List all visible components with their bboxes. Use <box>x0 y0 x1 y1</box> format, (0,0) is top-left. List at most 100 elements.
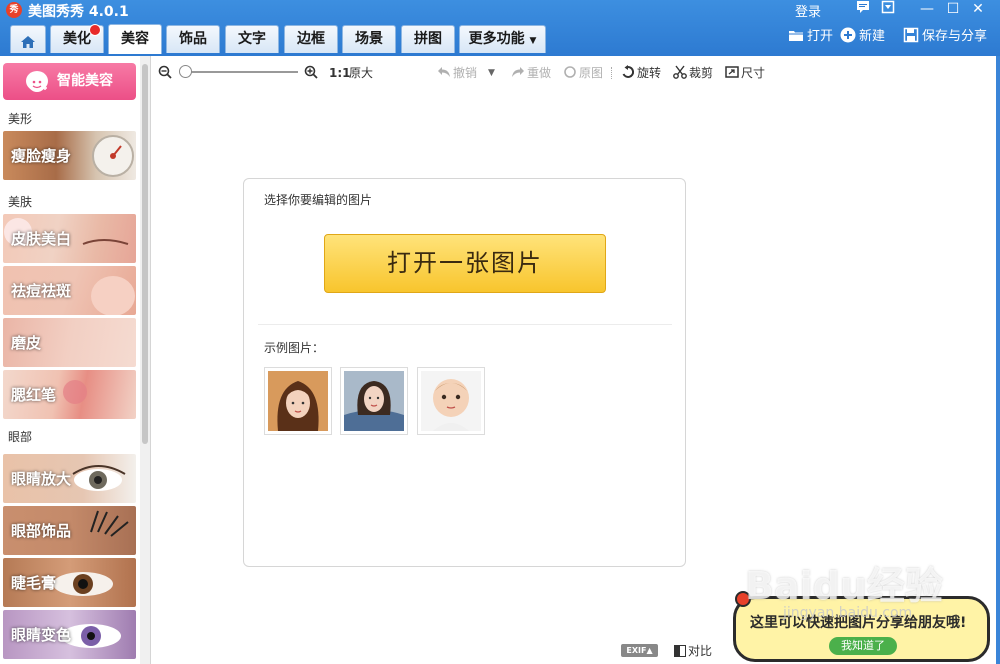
watermark-url: jingyan.baidu.com <box>783 605 913 621</box>
got-it-button[interactable]: 我知道了 <box>829 637 897 655</box>
feature-skin-whitening[interactable]: 皮肤美白 <box>3 214 136 263</box>
tab-label: 拼图 <box>414 31 442 47</box>
size-label: 尺寸 <box>741 66 766 80</box>
compare-icon <box>674 645 686 657</box>
login-link[interactable]: 登录 <box>795 1 821 20</box>
app-logo: 秀 <box>6 2 22 18</box>
feature-label: 眼睛放大 <box>11 470 72 488</box>
smart-beauty-button[interactable]: 智能美容 <box>3 63 136 100</box>
tab-collage[interactable]: 拼图 <box>401 25 455 53</box>
crop-label: 裁剪 <box>689 66 714 80</box>
home-icon <box>20 32 36 48</box>
feature-blush-pen[interactable]: 腮红笔 <box>3 370 136 419</box>
tab-text[interactable]: 文字 <box>225 25 279 53</box>
maximize-button[interactable]: ☐ <box>942 0 964 18</box>
card-prompt: 选择你要编辑的图片 <box>264 193 373 207</box>
tab-label: 美化 <box>63 31 91 47</box>
chat-icon[interactable] <box>852 0 874 18</box>
compare-label: 对比 <box>688 644 713 658</box>
sidebar: 智能美容 美形 瘦脸瘦身 美肤 皮肤美白 祛痘祛斑 磨皮 腮红笔 眼部 眼睛放大… <box>0 56 151 664</box>
original-label: 原图 <box>579 66 604 80</box>
circle-icon <box>563 65 577 79</box>
feature-label: 瘦脸瘦身 <box>11 147 72 165</box>
save-icon <box>903 27 919 43</box>
tab-label: 场景 <box>355 31 383 47</box>
tab-scene[interactable]: 场景 <box>342 25 396 53</box>
tab-more-features[interactable]: 更多功能 ▼ <box>459 25 546 53</box>
sidebar-scrollbar[interactable] <box>140 56 150 664</box>
new-button[interactable]: 新建 <box>840 27 885 47</box>
feature-mascara[interactable]: 睫毛膏 <box>3 558 136 607</box>
crop-button[interactable]: 裁剪 <box>673 65 713 81</box>
feature-smooth-skin[interactable]: 磨皮 <box>3 318 136 367</box>
feature-label: 祛痘祛斑 <box>11 282 72 300</box>
section-label-shape: 美形 <box>8 112 33 126</box>
sample-thumbnail[interactable] <box>417 367 485 435</box>
zoom-slider-track[interactable] <box>186 71 298 73</box>
feature-eye-accessories[interactable]: 眼部饰品 <box>3 506 136 555</box>
folder-icon <box>788 27 804 43</box>
tab-label: 美容 <box>121 31 149 47</box>
open-button[interactable]: 打开 <box>788 27 833 47</box>
open-image-button[interactable]: 打开一张图片 <box>324 234 606 293</box>
menu-icon[interactable] <box>877 0 899 18</box>
card-divider <box>258 324 672 325</box>
tab-label: 文字 <box>238 31 266 47</box>
new-label: 新建 <box>859 29 886 44</box>
original-image-button[interactable]: 原图 <box>563 65 603 81</box>
exif-button[interactable]: EXIF▲ <box>621 644 658 657</box>
resize-icon <box>725 65 739 79</box>
feature-label: 睫毛膏 <box>11 574 57 592</box>
tab-label: 更多功能 <box>468 31 525 47</box>
scroll-thumb[interactable] <box>142 64 148 444</box>
rotate-label: 旋转 <box>637 66 662 80</box>
compare-button[interactable]: 对比 <box>674 642 712 659</box>
smart-face-icon <box>26 71 48 92</box>
open-image-card: 选择你要编辑的图片 打开一张图片 示例图片： <box>243 178 686 567</box>
save-share-button[interactable]: 保存与分享 <box>903 27 987 47</box>
feature-label: 眼部饰品 <box>11 522 72 540</box>
size-button[interactable]: 尺寸 <box>725 65 765 81</box>
tooltip-pin-icon <box>735 591 751 607</box>
feature-enlarge-eyes[interactable]: 眼睛放大 <box>3 454 136 503</box>
undo-button[interactable]: 撤销 <box>437 65 477 81</box>
zoom-out-icon[interactable] <box>158 65 172 81</box>
undo-icon <box>437 65 451 79</box>
rotate-icon <box>621 65 635 79</box>
rotate-button[interactable]: 旋转 <box>621 65 661 81</box>
feature-label: 眼睛变色 <box>11 626 72 644</box>
app-title: 美图秀秀 4.0.1 <box>28 4 129 20</box>
feature-acne-removal[interactable]: 祛痘祛斑 <box>3 266 136 315</box>
tab-home[interactable] <box>10 25 46 53</box>
smart-beauty-label: 智能美容 <box>57 73 113 89</box>
redo-icon <box>511 65 525 79</box>
title-bar: 秀 美图秀秀 4.0.1 登录 — ☐ ✕ 美化 美容 饰品 文字 边框 场景 … <box>0 0 1000 56</box>
ratio-button[interactable]: 1:1 <box>329 65 351 81</box>
zoom-slider-handle[interactable] <box>179 65 192 78</box>
undo-label: 撤销 <box>453 66 478 80</box>
feature-eye-color[interactable]: 眼睛变色 <box>3 610 136 659</box>
tab-label: 饰品 <box>179 31 207 47</box>
feature-label: 皮肤美白 <box>11 230 72 248</box>
minimize-button[interactable]: — <box>916 0 938 18</box>
section-label-eyes: 眼部 <box>8 430 33 444</box>
notification-badge <box>89 24 101 36</box>
zoom-in-icon[interactable] <box>304 65 318 81</box>
tab-label: 边框 <box>297 31 325 47</box>
original-size-button[interactable]: 原大 <box>349 65 373 81</box>
sample-label: 示例图片： <box>264 341 325 355</box>
chevron-down-icon: ▼ <box>529 36 537 46</box>
tab-accessories[interactable]: 饰品 <box>166 25 220 53</box>
redo-button[interactable]: 重做 <box>511 65 551 81</box>
sample-thumbnail[interactable] <box>264 367 332 435</box>
tab-beauty[interactable]: 美容 <box>108 24 162 54</box>
toolbar-divider <box>611 67 612 79</box>
feature-label: 磨皮 <box>11 334 42 352</box>
section-label-skin: 美肤 <box>8 195 33 209</box>
plus-circle-icon <box>840 27 856 43</box>
tab-border[interactable]: 边框 <box>284 25 338 53</box>
close-button[interactable]: ✕ <box>967 0 989 18</box>
feature-slim-face[interactable]: 瘦脸瘦身 <box>3 131 136 180</box>
sample-thumbnail[interactable] <box>340 367 408 435</box>
undo-dropdown-icon[interactable]: ▼ <box>488 65 495 81</box>
